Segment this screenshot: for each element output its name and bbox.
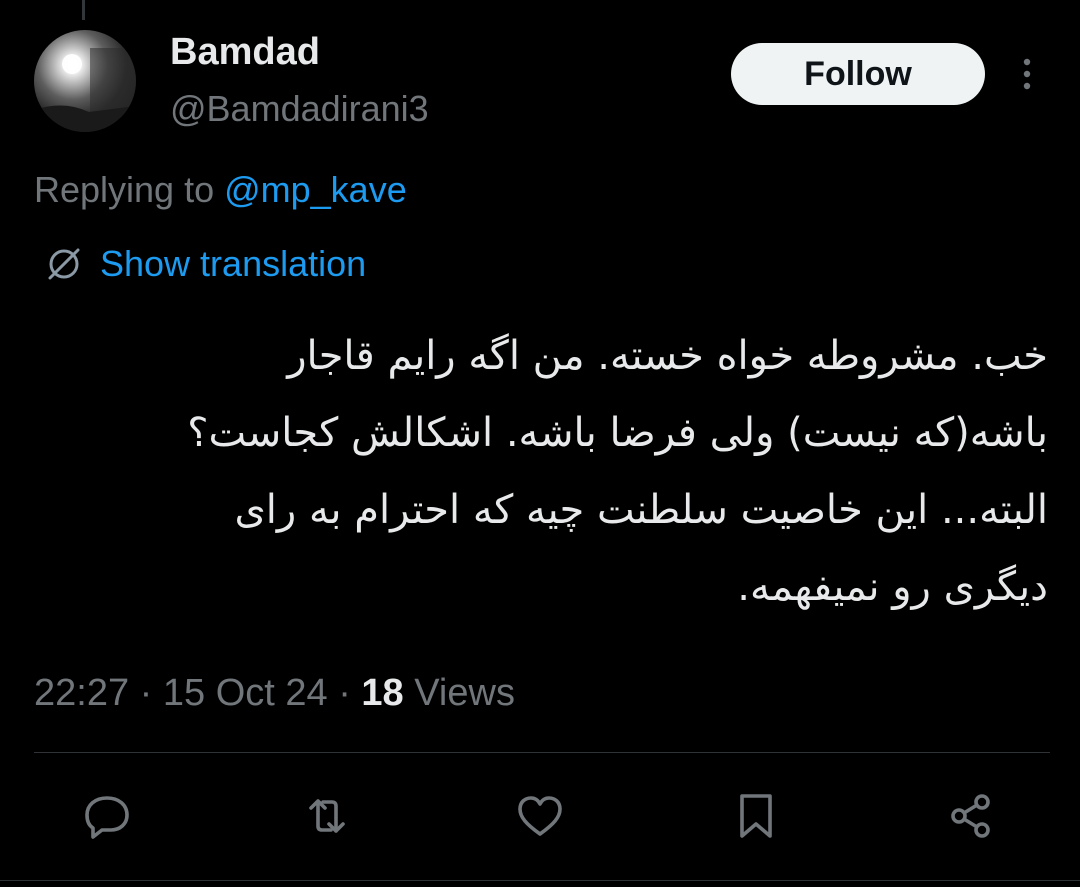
reply-mention-link[interactable]: @mp_kave bbox=[224, 169, 407, 210]
globe-icon bbox=[48, 248, 80, 280]
author-handle[interactable]: @Bamdadirani3 bbox=[170, 86, 429, 132]
share-icon bbox=[951, 794, 990, 838]
action-bar bbox=[0, 786, 1080, 846]
replying-to: Replying to @mp_kave bbox=[34, 166, 407, 214]
bookmark-icon bbox=[740, 794, 772, 838]
views-label[interactable]: Views bbox=[404, 672, 515, 714]
retweet-icon bbox=[309, 799, 345, 833]
meta-separator: · bbox=[129, 672, 163, 714]
views-count[interactable]: 18 bbox=[361, 672, 403, 714]
reply-icon bbox=[85, 796, 129, 839]
divider bbox=[34, 752, 1050, 753]
tweet-time[interactable]: 22:27 bbox=[34, 672, 129, 714]
like-icon bbox=[518, 796, 562, 836]
bookmark-button[interactable] bbox=[726, 786, 786, 846]
like-button[interactable] bbox=[510, 786, 570, 846]
tweet-text: خب. مشروطه خواه خسته. من اگه رایم قاجار … bbox=[187, 333, 1048, 610]
avatar[interactable] bbox=[34, 30, 136, 132]
meta-separator: · bbox=[327, 672, 362, 714]
more-vertical-icon[interactable] bbox=[1010, 56, 1044, 92]
show-translation-button[interactable]: Show translation bbox=[44, 240, 366, 288]
retweet-button[interactable] bbox=[297, 786, 357, 846]
avatar-image bbox=[34, 48, 136, 132]
bottom-divider bbox=[0, 880, 1080, 881]
follow-button[interactable]: Follow bbox=[731, 43, 985, 105]
thread-connector-line bbox=[82, 0, 85, 20]
tweet-date[interactable]: 15 Oct 24 bbox=[163, 672, 328, 714]
show-translation-label: Show translation bbox=[100, 243, 367, 284]
author-display-name[interactable]: Bamdad bbox=[170, 28, 320, 76]
replying-prefix: Replying to bbox=[34, 169, 225, 210]
tweet-meta: 22:27 · 15 Oct 24 · 18 Views bbox=[34, 668, 515, 718]
reply-button[interactable] bbox=[77, 786, 137, 846]
share-button[interactable] bbox=[941, 786, 1001, 846]
